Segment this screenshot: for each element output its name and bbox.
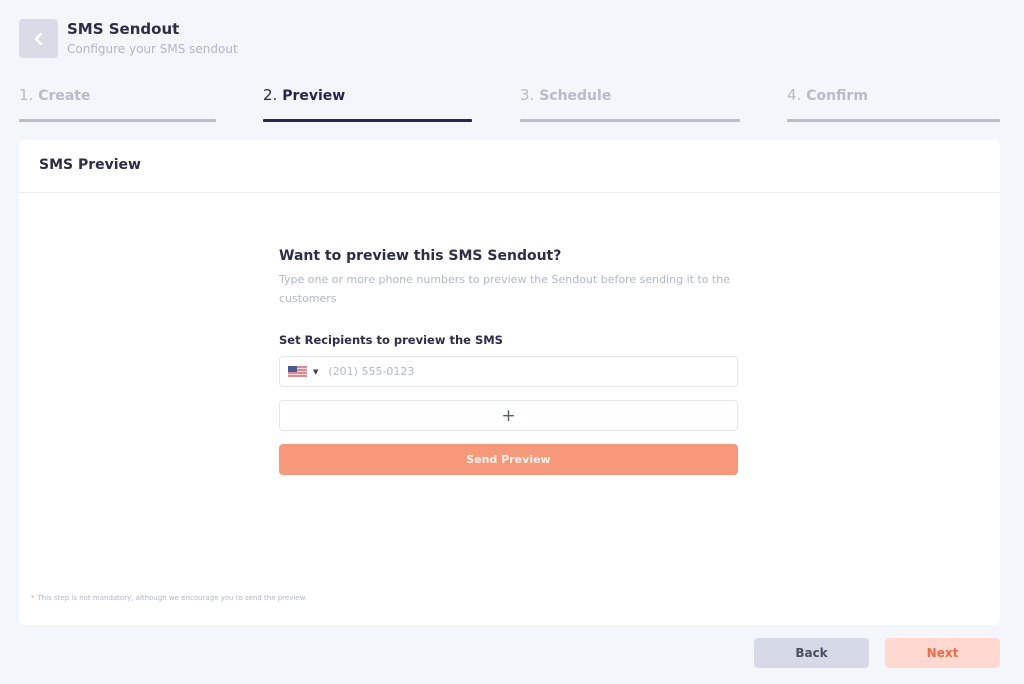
caret-down-icon[interactable]: ▼ xyxy=(313,368,318,376)
step-label: Schedule xyxy=(539,88,612,104)
page-title: SMS Sendout xyxy=(67,20,180,38)
recipients-label: Set Recipients to preview the SMS xyxy=(279,333,503,347)
back-button[interactable]: Back xyxy=(754,638,869,668)
form-description: Type one or more phone numbers to previe… xyxy=(279,273,731,305)
footnote: * This step is not mandatory, although we… xyxy=(31,594,307,602)
step-label: Confirm xyxy=(806,88,868,104)
step-label: Preview xyxy=(282,88,346,104)
step-schedule[interactable]: 3. Schedule xyxy=(520,86,740,122)
footnote-text: This step is not mandatory, although we … xyxy=(37,594,307,602)
card-title: SMS Preview xyxy=(39,157,141,173)
next-button[interactable]: Next xyxy=(885,638,1000,668)
send-preview-button[interactable]: Send Preview xyxy=(279,444,738,475)
page-header: SMS Sendout Configure your SMS sendout xyxy=(19,19,238,58)
form-title: Want to preview this SMS Sendout? xyxy=(279,248,562,264)
step-confirm[interactable]: 4. Confirm xyxy=(787,86,1000,122)
asterisk-marker: * xyxy=(31,594,35,602)
step-create[interactable]: 1. Create xyxy=(19,86,216,122)
sms-preview-card: SMS Preview Want to preview this SMS Sen… xyxy=(19,140,1000,625)
phone-field: ▼ xyxy=(279,356,738,387)
step-number: 4. xyxy=(787,86,802,104)
step-number: 3. xyxy=(520,86,535,104)
preview-form: Want to preview this SMS Sendout? Type o… xyxy=(279,248,738,475)
step-number: 2. xyxy=(263,86,278,104)
phone-input[interactable] xyxy=(328,365,709,378)
step-progress-bar xyxy=(263,119,472,122)
step-progress-bar xyxy=(787,119,1000,122)
stepper: 1. Create 2. Preview 3. Schedule 4. Conf… xyxy=(0,86,1024,122)
step-label: Create xyxy=(38,88,91,104)
step-preview[interactable]: 2. Preview xyxy=(263,86,472,122)
us-flag-icon[interactable] xyxy=(288,366,307,377)
card-header: SMS Preview xyxy=(19,140,1000,193)
page-subtitle: Configure your SMS sendout xyxy=(67,42,238,56)
back-nav-button[interactable] xyxy=(19,19,58,58)
step-number: 1. xyxy=(19,86,34,104)
step-progress-bar xyxy=(520,119,740,122)
chevron-left-icon xyxy=(34,32,42,45)
step-progress-bar xyxy=(19,119,216,122)
add-recipient-button[interactable]: + xyxy=(279,400,738,431)
plus-icon: + xyxy=(501,405,516,426)
